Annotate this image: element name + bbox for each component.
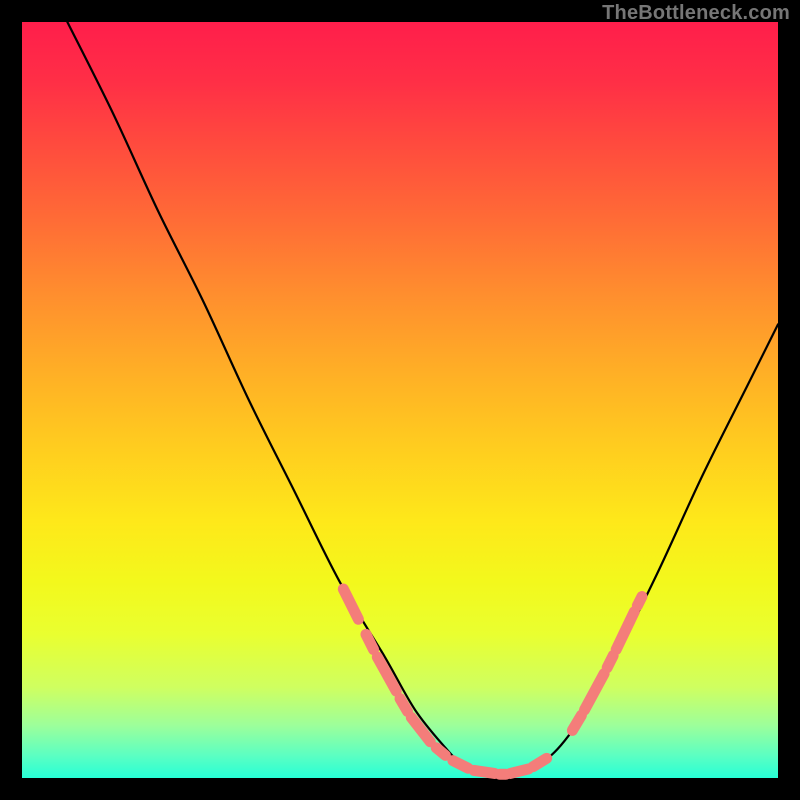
highlight-segment	[343, 589, 358, 619]
highlight-segment	[510, 769, 528, 774]
bottleneck-curve	[67, 22, 778, 774]
highlight-segment	[411, 718, 430, 742]
highlight-segment	[584, 674, 604, 710]
highlight-segment	[474, 770, 494, 773]
highlight-segment	[400, 699, 408, 712]
highlight-segment	[572, 715, 581, 730]
app-frame: TheBottleneck.com	[0, 0, 800, 800]
highlight-segment	[533, 758, 547, 766]
highlight-segment	[453, 761, 468, 769]
highlight-segment	[616, 612, 634, 650]
curve-layer	[22, 22, 778, 778]
highlight-segment	[637, 597, 642, 606]
highlight-segment	[366, 634, 374, 649]
highlight-segment	[436, 748, 445, 756]
highlight-segment	[607, 656, 613, 668]
highlight-dashes	[343, 589, 642, 774]
